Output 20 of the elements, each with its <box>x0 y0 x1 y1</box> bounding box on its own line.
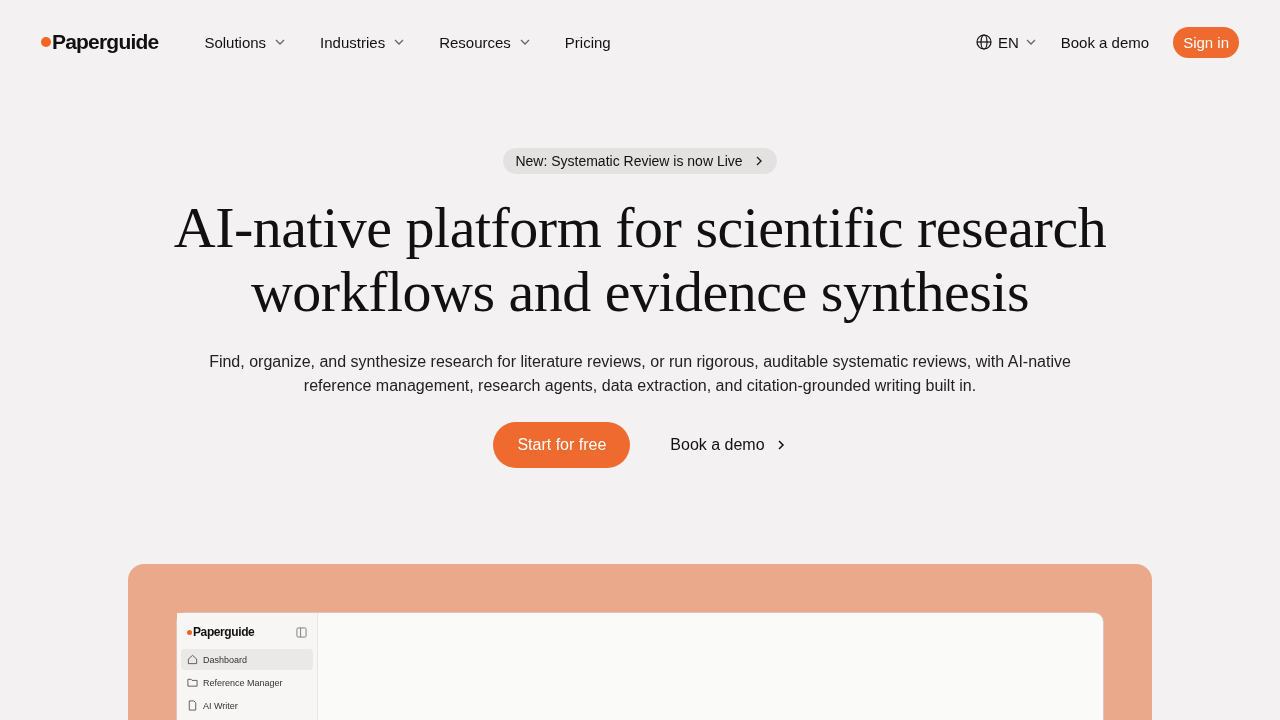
sidebar-toggle-icon[interactable] <box>296 626 307 638</box>
language-selector[interactable]: EN <box>975 33 1037 51</box>
announcement-badge[interactable]: New: Systematic Review is now Live <box>503 148 777 174</box>
sidebar-item[interactable]: Dashboard <box>181 649 313 670</box>
folder-icon <box>187 677 198 688</box>
home-icon <box>187 654 198 665</box>
document-icon <box>187 700 198 711</box>
book-demo-link[interactable]: Book a demo <box>670 436 787 454</box>
nav-link[interactable]: Industries <box>320 33 406 51</box>
nav-link[interactable]: Resources <box>439 33 531 51</box>
logo: Paperguide <box>187 625 255 639</box>
nav-link[interactable]: Solutions <box>204 33 287 51</box>
nav-link[interactable]: Pricing <box>564 33 611 51</box>
logo[interactable]: Paperguide <box>41 30 159 54</box>
book-demo-link[interactable]: Book a demo <box>1060 33 1150 51</box>
globe-icon <box>975 34 992 50</box>
hero-subtitle: Find, organize, and synthesize research for literature reviews, or run rigorous, auditable systematic reviews, with AI-native reference management, research agents, data extraction, and citation-grounded writing built in. <box>208 352 1072 396</box>
sidebar-item[interactable]: Reference Manager <box>181 672 313 693</box>
hero-title: AI-native platform for scientific research workflows and evidence synthesis <box>172 196 1108 324</box>
sidebar-item[interactable]: AI Writer <box>181 695 313 716</box>
